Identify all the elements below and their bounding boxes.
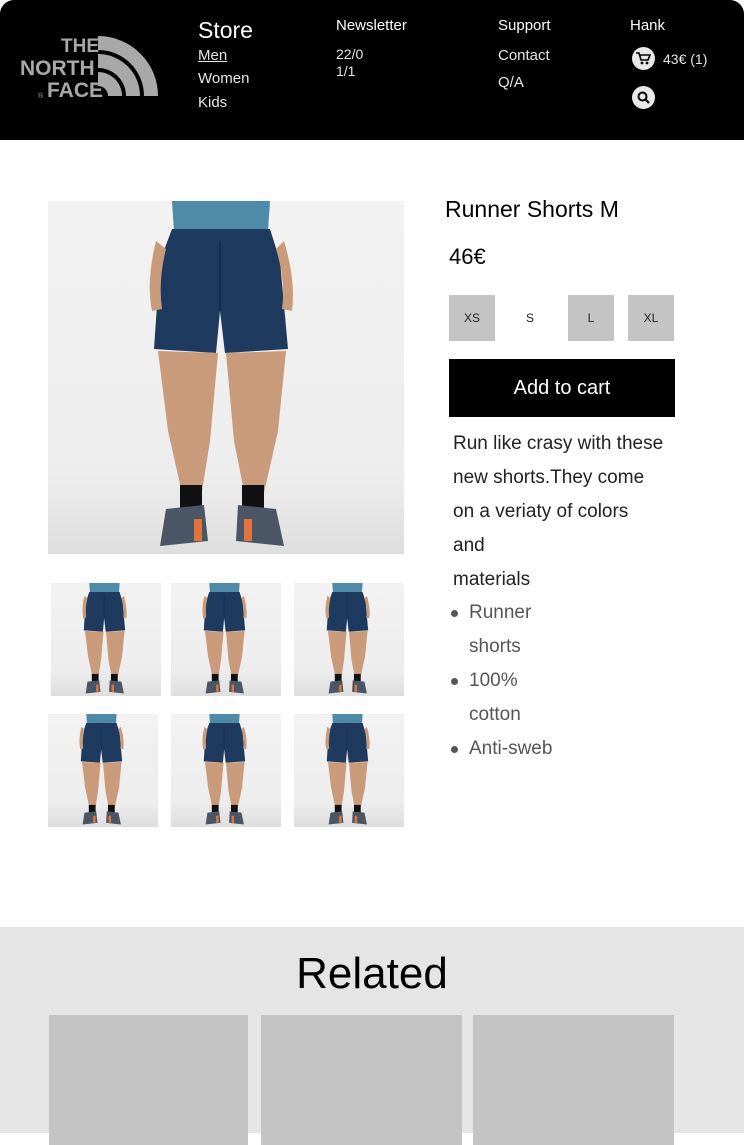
product-price: 46€ xyxy=(449,244,486,269)
site-header: THE NORTH FACE ® Store Men Women Kids Ne… xyxy=(0,0,744,140)
product-thumbnail[interactable] xyxy=(294,583,404,696)
size-option-xl[interactable]: XL xyxy=(628,295,674,341)
newsletter-date: 22/0 1/1 xyxy=(336,46,363,80)
feature-text: 100% xyxy=(469,670,518,691)
feature-item: Anti-sweb xyxy=(451,732,559,766)
feature-list: Runner shorts 100% cotton Anti-sweb xyxy=(451,596,591,766)
newsletter-line-1: 22/0 xyxy=(336,46,364,62)
cart-icon[interactable] xyxy=(632,47,655,70)
nav-link-men[interactable]: Men xyxy=(198,47,227,64)
size-option-l[interactable]: L xyxy=(568,295,614,341)
related-section: Related xyxy=(0,927,744,1145)
support-link-qa[interactable]: Q/A xyxy=(498,74,524,91)
product-description: Run like crasy with these new shorts.The… xyxy=(453,427,683,597)
product-title: Runner Shorts M xyxy=(445,196,619,222)
size-option-s[interactable]: S xyxy=(507,295,553,341)
logo-line-face: FACE xyxy=(47,79,103,100)
description-line: Run like crasy with these xyxy=(453,433,664,454)
feature-item: 100% cotton xyxy=(451,664,559,732)
product-thumbnail[interactable] xyxy=(48,714,158,827)
feature-text: shorts xyxy=(469,636,521,657)
related-product-card[interactable] xyxy=(49,1015,248,1145)
product-thumbnail[interactable] xyxy=(171,714,281,827)
size-option-xs[interactable]: XS xyxy=(449,295,495,341)
north-face-logo[interactable]: THE NORTH FACE ® xyxy=(20,34,160,102)
product-thumbnail[interactable] xyxy=(294,714,404,827)
logo-line-north: NORTH xyxy=(20,57,95,80)
nav-link-kids[interactable]: Kids xyxy=(198,94,227,111)
newsletter-title[interactable]: Newsletter xyxy=(336,17,407,34)
related-product-card[interactable] xyxy=(261,1015,462,1145)
description-line: new shorts.They come xyxy=(453,467,645,488)
bullet-icon xyxy=(451,746,458,753)
related-product-card[interactable] xyxy=(473,1015,674,1145)
feature-text: cotton xyxy=(469,704,521,725)
bullet-icon xyxy=(451,610,458,617)
support-link-contact[interactable]: Contact xyxy=(498,47,550,64)
feature-text: Runner xyxy=(469,602,532,623)
newsletter-line-2: 1/1 xyxy=(336,63,356,79)
add-to-cart-button[interactable]: Add to cart xyxy=(449,359,675,417)
product-main-image[interactable] xyxy=(48,201,404,554)
description-line: on a veriaty of colors xyxy=(453,501,629,522)
product-thumbnail[interactable] xyxy=(51,583,161,696)
feature-text: Anti-sweb xyxy=(469,738,553,759)
nav-link-women[interactable]: Women xyxy=(198,70,249,87)
store-menu-title[interactable]: Store xyxy=(198,17,253,44)
support-title[interactable]: Support xyxy=(498,17,551,34)
svg-text:®: ® xyxy=(38,92,44,100)
description-line: and xyxy=(453,535,485,556)
bullet-icon xyxy=(451,678,458,685)
product-thumbnail[interactable] xyxy=(171,583,281,696)
user-name[interactable]: Hank xyxy=(630,17,665,34)
description-line: materials xyxy=(453,569,531,590)
search-icon[interactable] xyxy=(632,86,655,109)
logo-line-the: THE xyxy=(61,36,99,57)
feature-item: Runner shorts xyxy=(451,596,559,664)
cart-summary[interactable]: 43€ (1) xyxy=(663,51,707,67)
related-title: Related xyxy=(296,949,448,998)
